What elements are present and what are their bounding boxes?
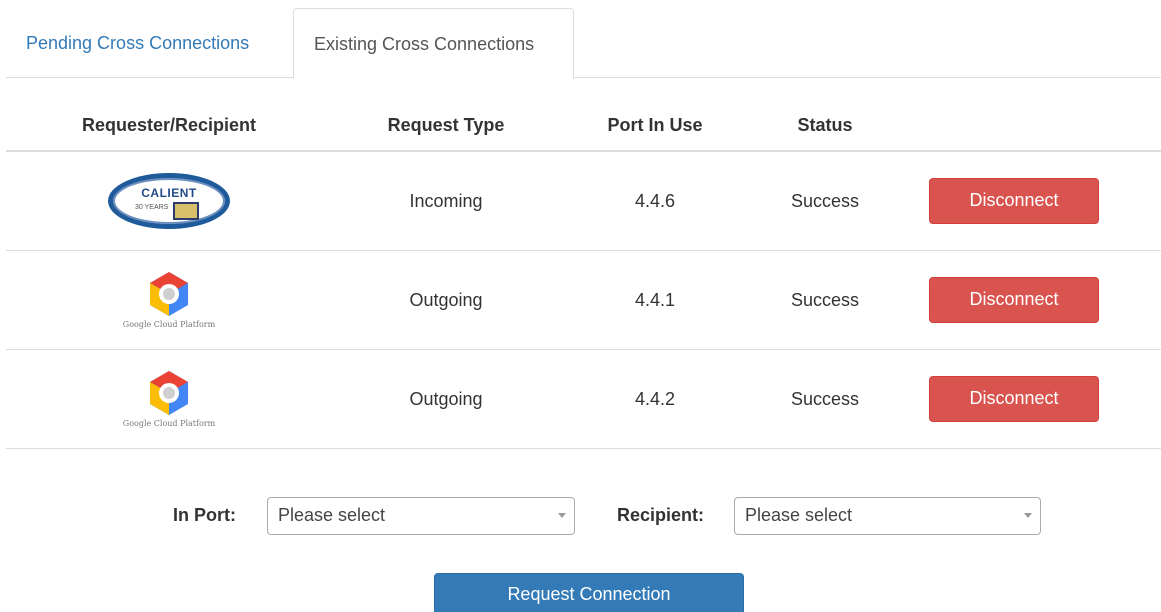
- table-row: Google Cloud Platform Outgoing 4.4.1 Suc…: [6, 251, 1161, 350]
- calient-logo-subtext: 30 YEARS: [135, 204, 169, 211]
- port-cell: 4.4.2: [634, 389, 676, 409]
- requester-cell: Google Cloud Platform: [6, 251, 332, 349]
- cross-connections-page: Pending Cross Connections Existing Cross…: [0, 0, 1161, 612]
- in-port-select-value: Please select: [278, 505, 386, 525]
- status-cell: Success: [790, 191, 860, 211]
- port-cell: 4.4.1: [634, 290, 676, 310]
- port-cell: 4.4.6: [634, 191, 676, 211]
- recipient-select[interactable]: Please select: [734, 497, 1041, 535]
- tab-pending-cross-connections[interactable]: Pending Cross Connections: [6, 8, 292, 78]
- request-connection-button[interactable]: Request Connection: [434, 573, 744, 612]
- gcp-hexagon-icon: [150, 272, 188, 316]
- header-request-type: Request Type: [387, 115, 505, 135]
- disconnect-button[interactable]: Disconnect: [929, 376, 1099, 422]
- status-cell: Success: [790, 389, 860, 409]
- request-type-cell: Incoming: [409, 191, 483, 211]
- chevron-down-icon: [1024, 513, 1032, 518]
- calient-logo: CALIENT 30 YEARS: [108, 173, 230, 229]
- in-port-select[interactable]: Please select: [267, 497, 575, 535]
- request-type-cell: Outgoing: [409, 290, 483, 310]
- header-port-in-use: Port In Use: [607, 115, 703, 135]
- gcp-logo-text: Google Cloud Platform: [122, 419, 216, 428]
- gcp-hexagon-icon: [150, 371, 188, 415]
- calient-logo-box: [173, 202, 199, 220]
- header-requester-recipient: Requester/Recipient: [81, 115, 257, 135]
- requester-cell: CALIENT 30 YEARS: [6, 152, 332, 250]
- status-cell: Success: [790, 290, 860, 310]
- disconnect-button[interactable]: Disconnect: [929, 178, 1099, 224]
- recipient-select-value: Please select: [745, 505, 853, 525]
- request-type-cell: Outgoing: [409, 389, 483, 409]
- calient-logo-text: CALIENT: [141, 186, 197, 200]
- recipient-label: Recipient:: [616, 505, 704, 525]
- tab-bar: Pending Cross Connections Existing Cross…: [6, 8, 1161, 79]
- header-status: Status: [797, 115, 853, 135]
- requester-cell: Google Cloud Platform: [6, 350, 332, 448]
- table-header: Requester/Recipient Request Type Port In…: [6, 100, 1161, 152]
- google-cloud-platform-logo: Google Cloud Platform: [123, 270, 215, 330]
- chevron-down-icon: [558, 513, 566, 518]
- table-row: CALIENT 30 YEARS Incoming 4.4.6 Success …: [6, 152, 1161, 251]
- table-row: Google Cloud Platform Outgoing 4.4.2 Suc…: [6, 350, 1161, 449]
- gcp-logo-text: Google Cloud Platform: [122, 320, 216, 329]
- disconnect-button[interactable]: Disconnect: [929, 277, 1099, 323]
- tab-existing-cross-connections[interactable]: Existing Cross Connections: [293, 8, 574, 79]
- in-port-label: In Port:: [173, 505, 236, 525]
- google-cloud-platform-logo: Google Cloud Platform: [123, 369, 215, 429]
